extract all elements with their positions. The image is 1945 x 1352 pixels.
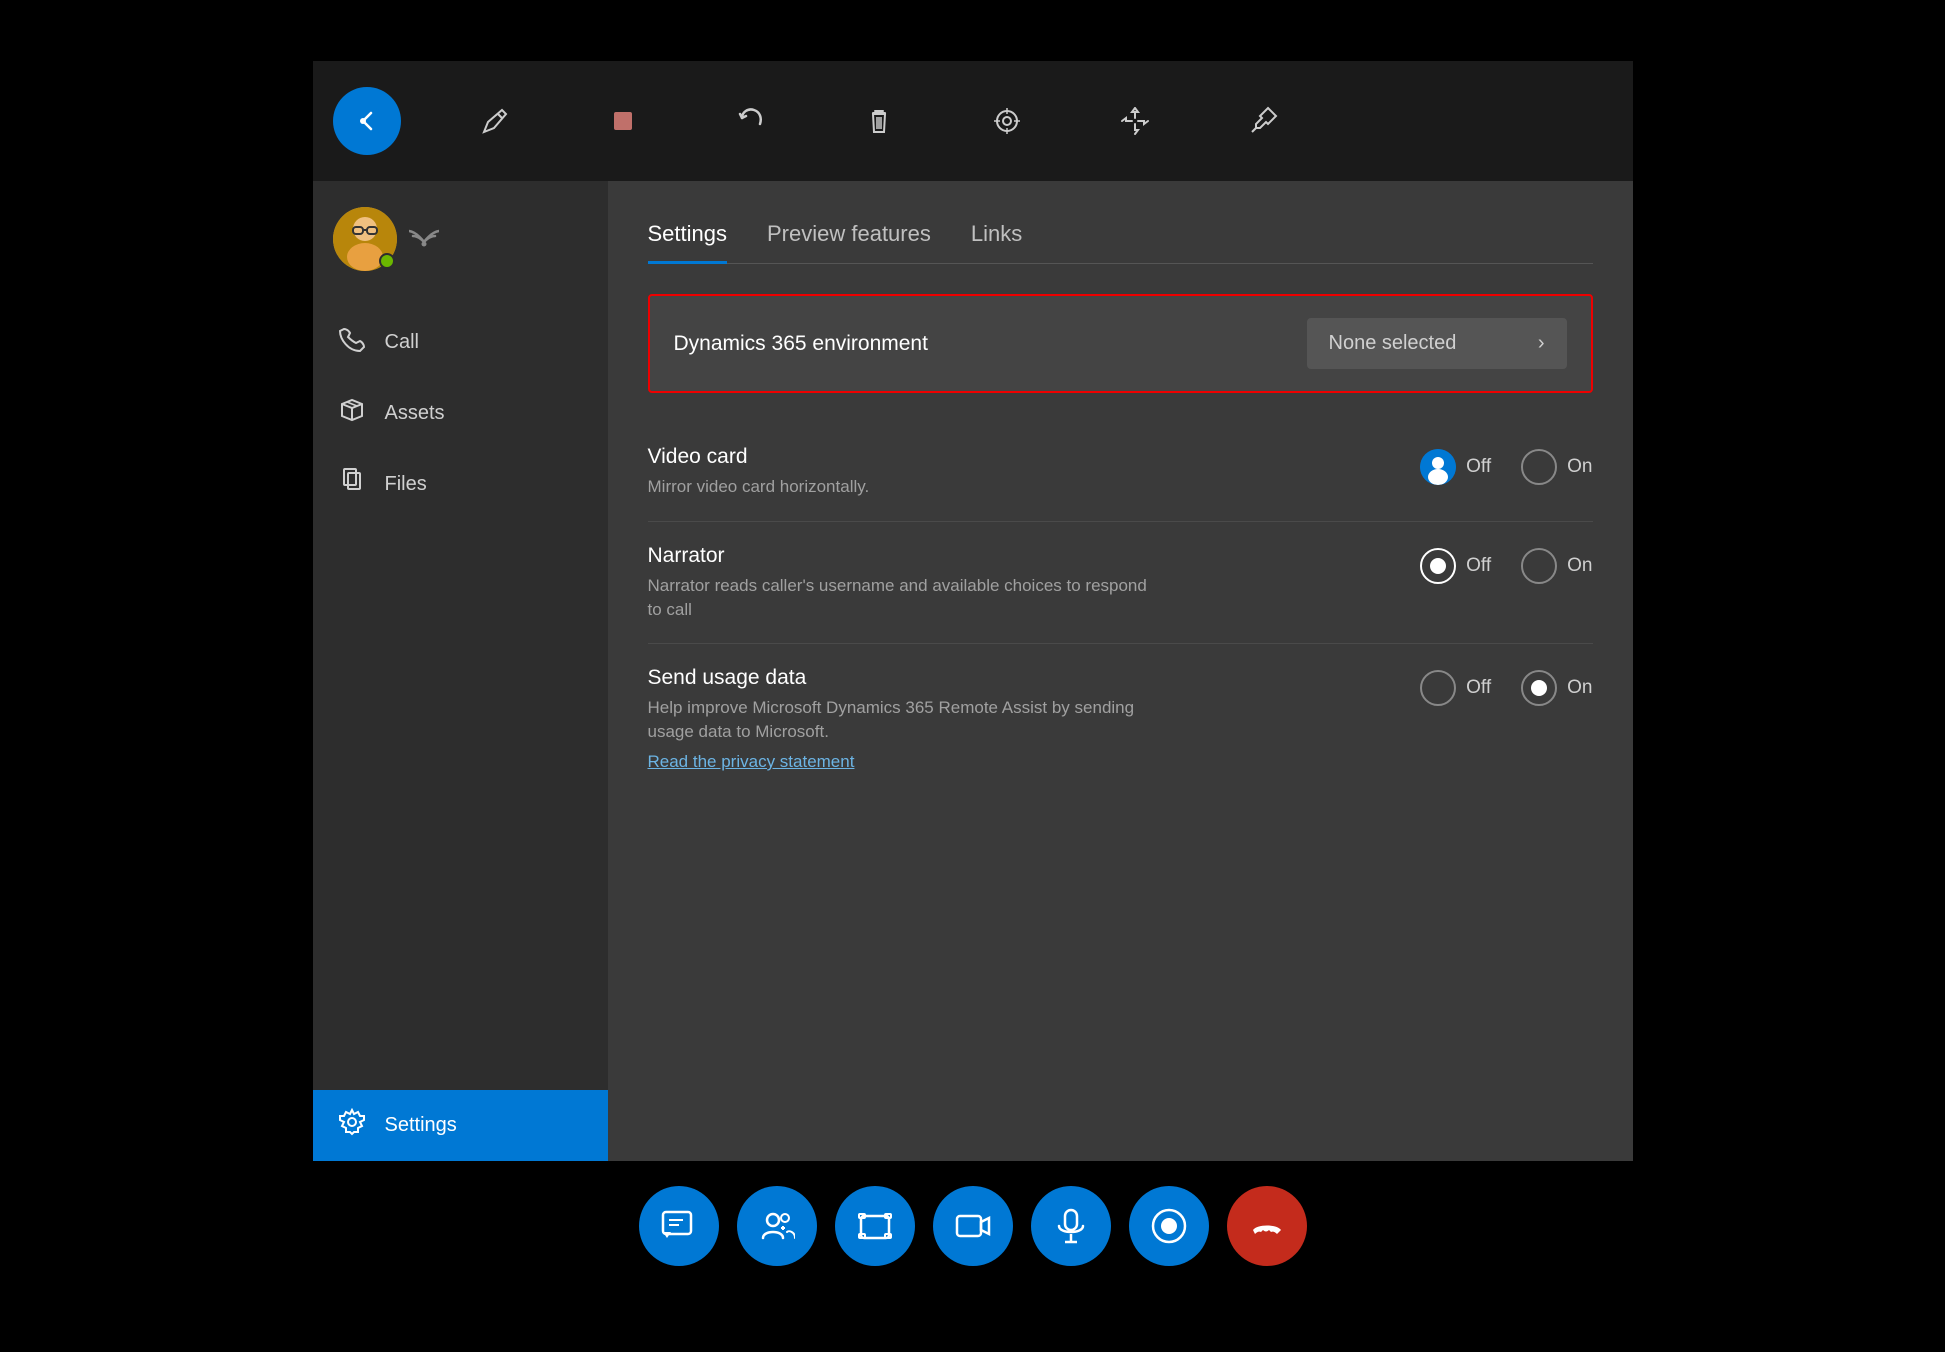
sidebar-item-assets-label: Assets — [385, 402, 445, 425]
profile-section — [313, 191, 608, 287]
phone-icon — [337, 325, 367, 360]
sidebar-item-assets[interactable]: Assets — [313, 378, 608, 449]
video-card-row: Video card Mirror video card horizontall… — [648, 423, 1593, 522]
tabs: Settings Preview features Links — [648, 211, 1593, 264]
dynamics-environment-row[interactable]: Dynamics 365 environment None selected › — [648, 294, 1593, 393]
undo-button[interactable] — [717, 87, 785, 155]
box-icon — [337, 396, 367, 431]
sidebar-item-files[interactable]: Files — [313, 449, 608, 520]
files-icon — [337, 467, 367, 502]
wifi-icon — [409, 224, 439, 255]
narrator-on-label: On — [1567, 555, 1592, 577]
tab-settings[interactable]: Settings — [648, 211, 728, 264]
send-usage-on-option[interactable]: On — [1521, 670, 1592, 706]
delete-button[interactable] — [845, 87, 913, 155]
record-button[interactable] — [1129, 1186, 1209, 1266]
top-toolbar — [313, 61, 1633, 181]
video-card-title: Video card — [648, 445, 1421, 469]
stop-button[interactable] — [589, 87, 657, 155]
video-card-info: Video card Mirror video card horizontall… — [648, 445, 1421, 499]
sidebar-item-call[interactable]: Call — [313, 307, 608, 378]
narrator-title: Narrator — [648, 544, 1421, 568]
send-usage-on-radio[interactable] — [1521, 670, 1557, 706]
video-card-on-label: On — [1567, 456, 1592, 478]
settings-content: Dynamics 365 environment None selected ›… — [648, 294, 1593, 794]
send-usage-data-info: Send usage data Help improve Microsoft D… — [648, 666, 1421, 772]
end-call-button[interactable] — [1227, 1186, 1307, 1266]
gear-icon — [337, 1108, 367, 1143]
privacy-statement-link[interactable]: Read the privacy statement — [648, 752, 855, 772]
narrator-off-option[interactable]: Off — [1420, 548, 1491, 584]
send-usage-off-radio[interactable] — [1420, 670, 1456, 706]
sidebar: Call Assets — [313, 181, 608, 1161]
dynamics-env-label: Dynamics 365 environment — [674, 332, 928, 356]
main-area: Call Assets — [313, 181, 1633, 1161]
sidebar-settings-label: Settings — [385, 1114, 457, 1137]
video-card-radio-group: Off On — [1420, 445, 1592, 485]
narrator-on-option[interactable]: On — [1521, 548, 1592, 584]
chat-button[interactable] — [639, 1186, 719, 1266]
back-button[interactable] — [333, 87, 401, 155]
screenshot-button[interactable] — [835, 1186, 915, 1266]
narrator-info: Narrator Narrator reads caller's usernam… — [648, 544, 1421, 622]
video-card-on-radio[interactable] — [1521, 449, 1557, 485]
video-card-off-label: Off — [1466, 456, 1491, 478]
sidebar-nav: Call Assets — [313, 287, 608, 1090]
mic-button[interactable] — [1031, 1186, 1111, 1266]
people-button[interactable] — [737, 1186, 817, 1266]
camera-button[interactable] — [933, 1186, 1013, 1266]
send-usage-data-row: Send usage data Help improve Microsoft D… — [648, 644, 1593, 794]
send-usage-data-desc: Help improve Microsoft Dynamics 365 Remo… — [648, 696, 1148, 744]
narrator-desc: Narrator reads caller's username and ava… — [648, 574, 1148, 622]
bottom-toolbar — [639, 1161, 1307, 1291]
video-card-on-option[interactable]: On — [1521, 449, 1592, 485]
content-area: Settings Preview features Links Dynamics… — [608, 181, 1633, 1161]
sidebar-item-settings[interactable]: Settings — [313, 1090, 608, 1161]
online-badge — [379, 253, 395, 269]
avatar-container — [333, 207, 397, 271]
send-usage-off-option[interactable]: Off — [1420, 670, 1491, 706]
send-usage-off-label: Off — [1466, 677, 1491, 699]
video-card-desc: Mirror video card horizontally. — [648, 475, 1148, 499]
narrator-off-radio[interactable] — [1420, 548, 1456, 584]
chevron-right-icon: › — [1538, 332, 1545, 355]
send-usage-on-label: On — [1567, 677, 1592, 699]
sidebar-item-call-label: Call — [385, 331, 419, 354]
sidebar-item-files-label: Files — [385, 473, 427, 496]
video-card-off-radio[interactable] — [1420, 449, 1456, 485]
dynamics-env-value: None selected — [1329, 332, 1524, 355]
pen-button[interactable] — [461, 87, 529, 155]
send-usage-data-radio-group: Off On — [1420, 666, 1592, 706]
dynamics-env-selector[interactable]: None selected › — [1307, 318, 1567, 369]
video-card-off-option[interactable]: Off — [1420, 449, 1491, 485]
target-button[interactable] — [973, 87, 1041, 155]
send-usage-data-title: Send usage data — [648, 666, 1421, 690]
tab-links[interactable]: Links — [971, 211, 1022, 264]
narrator-off-label: Off — [1466, 555, 1491, 577]
narrator-row: Narrator Narrator reads caller's usernam… — [648, 522, 1593, 645]
narrator-on-radio[interactable] — [1521, 548, 1557, 584]
narrator-radio-group: Off On — [1420, 544, 1592, 584]
move-button[interactable] — [1101, 87, 1169, 155]
tab-preview-features[interactable]: Preview features — [767, 211, 931, 264]
pin-button[interactable] — [1229, 87, 1297, 155]
